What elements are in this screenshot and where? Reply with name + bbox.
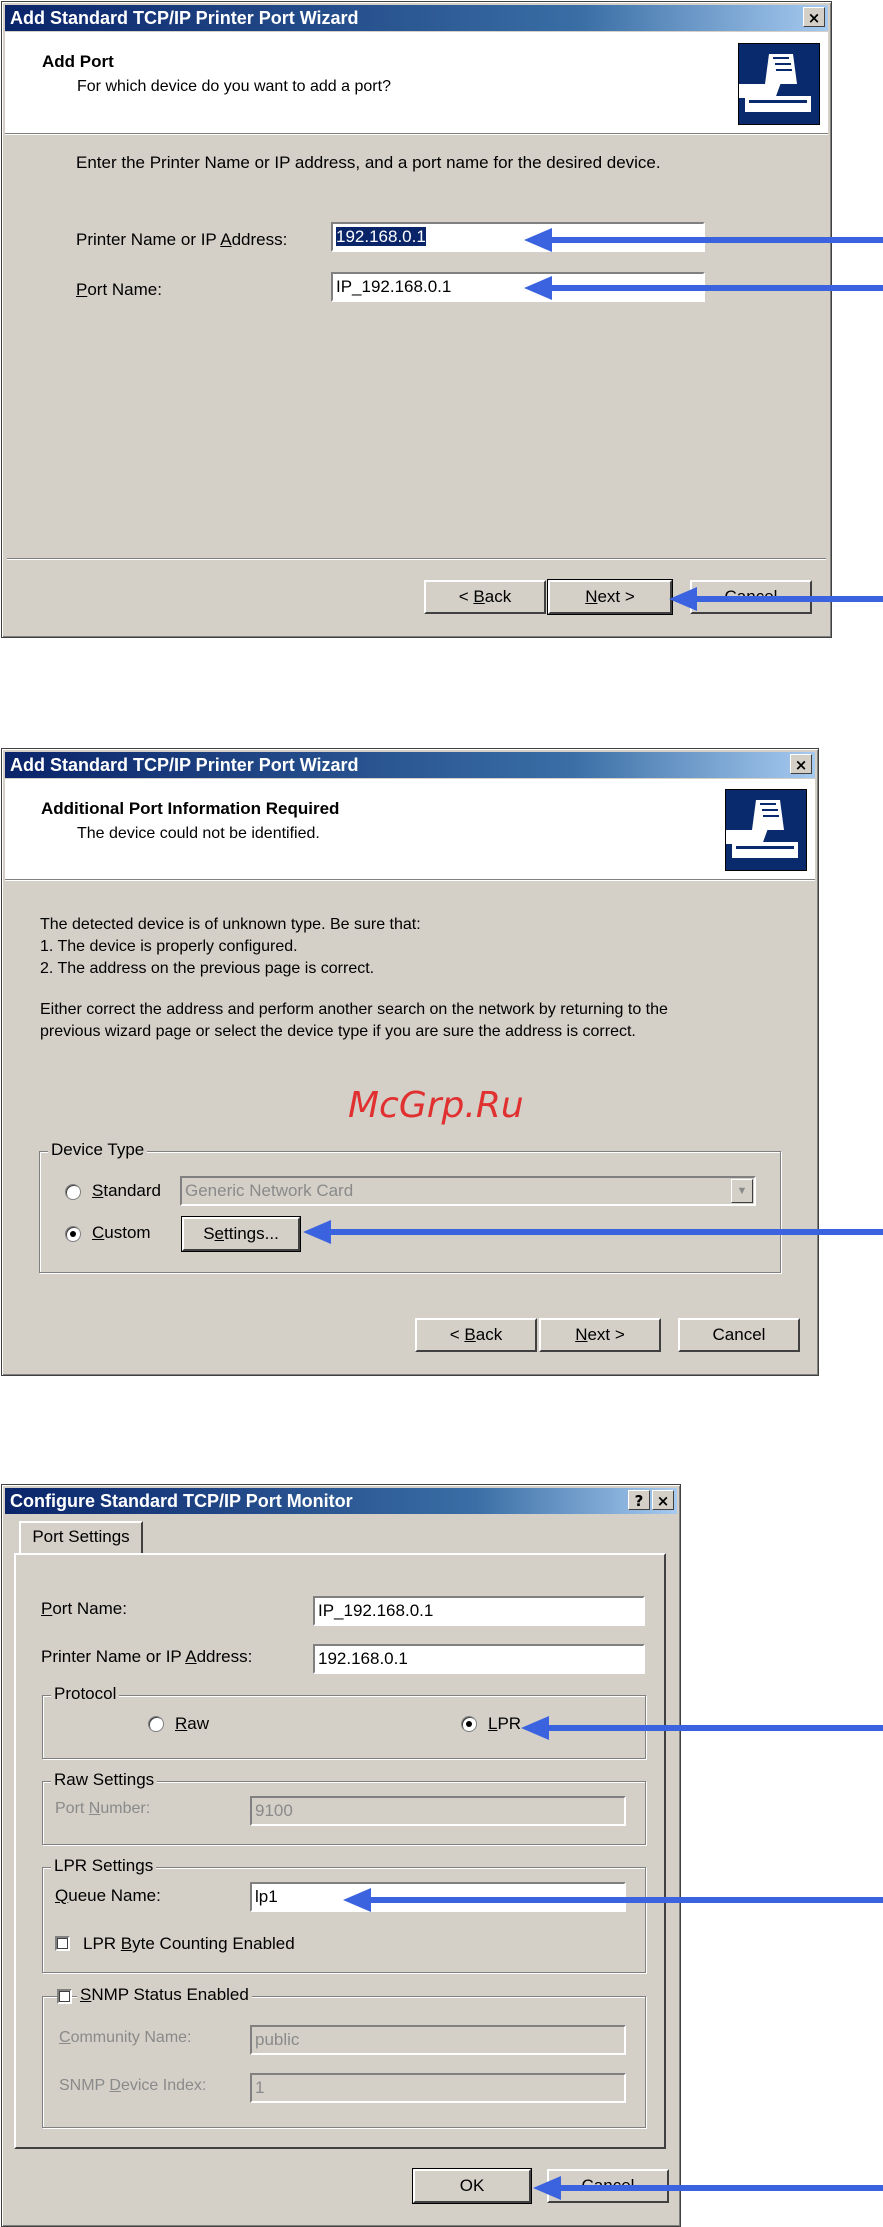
group-title: Protocol (51, 1684, 120, 1704)
standard-label: Standard (92, 1181, 162, 1200)
device-type-group: Device Type Standard Generic Network Car… (39, 1140, 781, 1273)
port-name-label: Port Name: (76, 280, 162, 299)
port-name-label: Port Name: (41, 1599, 127, 1618)
arrow-head (669, 587, 697, 611)
snmp-group: SNMP Status Enabled Community Name: publ… (42, 1985, 646, 2128)
byte-counting-checkbox[interactable] (55, 1936, 70, 1951)
cancel-button[interactable]: Cancel (678, 1318, 800, 1352)
pointer-arrow (549, 285, 883, 291)
byte-counting-label: LPR Byte Counting Enabled (83, 1934, 295, 1953)
community-name-value: public (255, 2030, 300, 2049)
device-index-input[interactable]: 1 (250, 2073, 626, 2103)
instruction-text: Enter the Printer Name or IP address, an… (76, 153, 661, 172)
body-text: Either correct the address and perform a… (40, 1001, 668, 1018)
next-button[interactable]: Next > (539, 1318, 661, 1352)
snmp-checkbox[interactable] (57, 1989, 72, 2004)
close-button[interactable]: × (790, 754, 812, 774)
pointer-arrow (368, 1897, 883, 1903)
next-button[interactable]: Next > (547, 579, 673, 615)
raw-label: Raw (175, 1714, 210, 1733)
lpr-label: LPR (488, 1714, 522, 1733)
wizard-header: Add Port For which device do you want to… (5, 32, 828, 134)
pointer-arrow (328, 1229, 883, 1235)
arrow-head (533, 2176, 561, 2200)
port-name-input[interactable]: IP_192.168.0.1 (313, 1596, 645, 1626)
queue-name-label: Queue Name: (55, 1886, 161, 1905)
custom-radio[interactable] (65, 1226, 81, 1242)
back-button[interactable]: < Back (415, 1318, 537, 1352)
settings-button[interactable]: Settings... (181, 1216, 301, 1252)
pointer-arrow (546, 1725, 883, 1731)
arrow-head (524, 228, 552, 252)
group-title: Device Type (48, 1140, 148, 1160)
dropdown-value: Generic Network Card (185, 1181, 354, 1200)
header-title: Additional Port Information Required (41, 799, 340, 818)
arrow-head (524, 276, 552, 300)
title-bar[interactable]: Add Standard TCP/IP Printer Port Wizard (5, 752, 815, 778)
add-port-wizard-dialog: Add Standard TCP/IP Printer Port Wizard … (1, 1, 832, 638)
printer-address-input[interactable]: 192.168.0.1 (313, 1644, 645, 1674)
title-bar[interactable]: Add Standard TCP/IP Printer Port Wizard (5, 5, 828, 31)
arrow-head (303, 1220, 331, 1244)
selected-text: 192.168.0.1 (336, 227, 426, 246)
lpr-settings-group: LPR Settings Queue Name: lp1 LPR Byte Co… (42, 1856, 646, 1973)
footer-separator (7, 558, 826, 560)
port-info-wizard-dialog: Add Standard TCP/IP Printer Port Wizard … (1, 748, 819, 1376)
wizard-header: Additional Port Information Required The… (5, 779, 815, 880)
port-name-value: IP_192.168.0.1 (336, 277, 452, 296)
community-name-label: Community Name: (59, 2029, 192, 2046)
body-text: 2. The address on the previous page is c… (40, 960, 375, 977)
raw-radio[interactable] (148, 1716, 164, 1732)
port-number-label: Port Number: (55, 1800, 151, 1817)
help-button[interactable]: ? (628, 1490, 650, 1510)
tab-port-settings[interactable]: Port Settings (19, 1521, 143, 1555)
header-subtitle: The device could not be identified. (77, 825, 320, 842)
group-title: Raw Settings (51, 1770, 158, 1790)
title-bar[interactable]: Configure Standard TCP/IP Port Monitor (5, 1488, 677, 1514)
group-title: LPR Settings (51, 1856, 157, 1876)
lpr-radio[interactable] (461, 1716, 477, 1732)
pointer-arrow (694, 596, 883, 602)
printer-wizard-icon (725, 43, 820, 125)
arrow-head (343, 1888, 371, 1912)
header-title: Add Port (42, 52, 114, 71)
device-type-dropdown[interactable]: Generic Network Card ▼ (180, 1176, 756, 1206)
custom-label: Custom (92, 1223, 151, 1242)
port-number-input[interactable]: 9100 (250, 1796, 626, 1826)
window-title: Add Standard TCP/IP Printer Port Wizard (10, 8, 359, 28)
standard-radio[interactable] (65, 1184, 81, 1200)
chevron-down-icon[interactable]: ▼ (731, 1179, 753, 1203)
back-button[interactable]: < Back (424, 580, 546, 614)
printer-address-value: 192.168.0.1 (318, 1649, 408, 1668)
watermark: McGrp.Ru (348, 1085, 524, 1126)
device-index-value: 1 (255, 2078, 265, 2097)
window-title: Add Standard TCP/IP Printer Port Wizard (10, 755, 359, 775)
pointer-arrow (549, 237, 883, 243)
printer-address-label: Printer Name or IP Address: (76, 230, 288, 249)
snmp-label: SNMP Status Enabled (77, 1985, 252, 2005)
ok-button[interactable]: OK (412, 2168, 532, 2204)
close-button[interactable]: × (803, 7, 825, 27)
raw-settings-group: Raw Settings Port Number: 9100 (42, 1770, 646, 1845)
port-name-value: IP_192.168.0.1 (318, 1601, 434, 1620)
printer-address-label: Printer Name or IP Address: (41, 1647, 253, 1666)
printer-wizard-icon (712, 789, 807, 871)
device-index-label: SNMP Device Index: (59, 2077, 207, 2094)
window-title: Configure Standard TCP/IP Port Monitor (10, 1491, 353, 1511)
arrow-head (521, 1716, 549, 1740)
close-button[interactable]: × (652, 1490, 674, 1510)
port-number-value: 9100 (255, 1801, 293, 1820)
body-text: The detected device is of unknown type. … (40, 916, 421, 933)
port-monitor-dialog: Configure Standard TCP/IP Port Monitor ?… (1, 1484, 681, 2227)
community-name-input[interactable]: public (250, 2025, 626, 2055)
body-text: previous wizard page or select the devic… (40, 1023, 636, 1040)
queue-name-value: lp1 (255, 1887, 278, 1906)
body-text: 1. The device is properly configured. (40, 938, 298, 955)
pointer-arrow (558, 2185, 883, 2191)
header-subtitle: For which device do you want to add a po… (77, 78, 391, 95)
